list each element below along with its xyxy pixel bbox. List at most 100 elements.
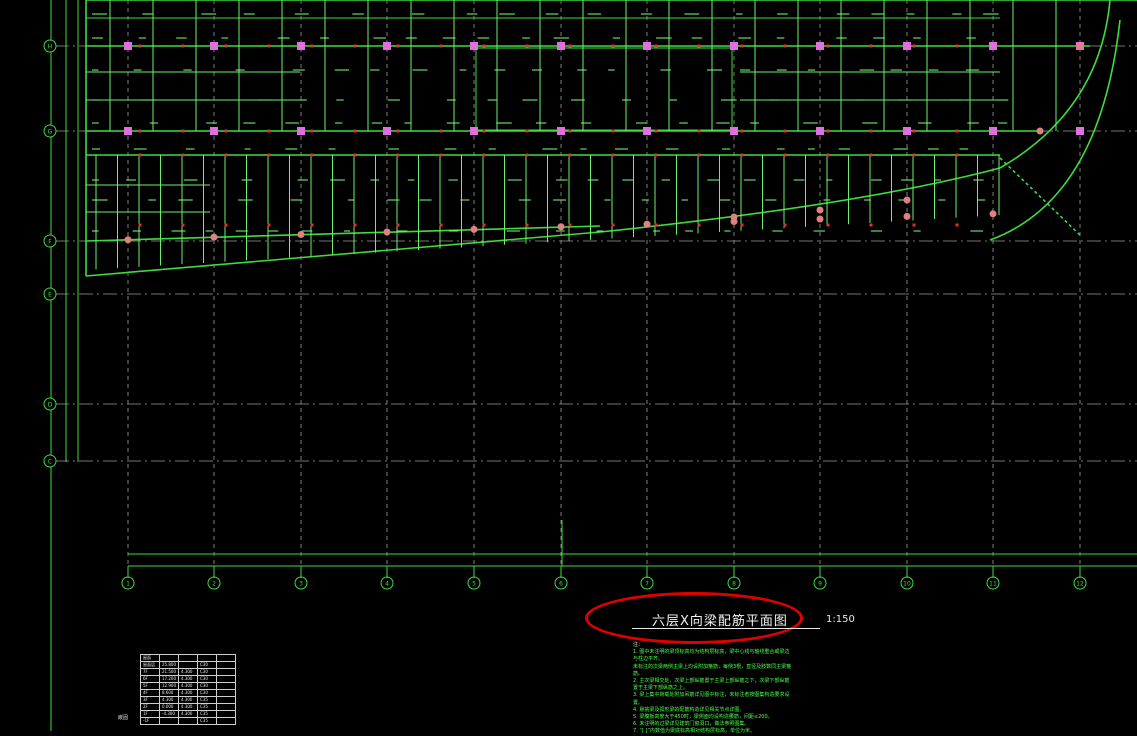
column xyxy=(903,212,911,220)
legend-cell: 屋面层 xyxy=(140,661,160,669)
note-line: 1. 图中未注明的梁顶标高均为结构层标高，梁中心线与轴线重合或梁边与柱边平齐。 xyxy=(633,649,790,663)
small-column xyxy=(353,223,357,227)
small-column xyxy=(697,223,701,227)
horizontal-axis-lines xyxy=(55,45,1137,462)
small-column xyxy=(482,223,486,227)
axis-label: 6 xyxy=(559,581,563,588)
small-column xyxy=(181,129,185,133)
small-column xyxy=(826,223,830,227)
small-column xyxy=(826,153,830,157)
legend-cell: 7F xyxy=(140,668,160,676)
small-column xyxy=(224,223,228,227)
small-column xyxy=(654,223,658,227)
column xyxy=(903,42,911,50)
small-column xyxy=(568,223,572,227)
legend-cell xyxy=(216,682,236,690)
legend-cell xyxy=(159,717,179,725)
small-column xyxy=(138,129,142,133)
small-column xyxy=(912,223,916,227)
legend-cell xyxy=(216,710,236,718)
small-column xyxy=(869,44,873,48)
small-column xyxy=(138,223,142,227)
legend-cell: 屋面 xyxy=(140,654,160,662)
small-column xyxy=(611,44,615,48)
column xyxy=(989,210,997,218)
legend-cell: C35 xyxy=(197,703,217,711)
small-column xyxy=(439,44,443,48)
note-line: 未标注的次梁两侧主梁上均设附加箍筋，每侧3根，直径及肢数同主梁箍筋。 xyxy=(633,663,792,677)
column xyxy=(730,213,738,221)
small-column xyxy=(697,44,701,48)
axis-label: 5 xyxy=(472,581,476,588)
title-underline xyxy=(632,628,820,629)
small-column xyxy=(740,129,744,133)
small-column xyxy=(525,153,529,157)
legend-cell: 4.300 xyxy=(178,675,198,683)
column xyxy=(816,215,824,223)
column xyxy=(730,127,738,135)
legend-row: 2F 0.000 4.300 C35 xyxy=(140,703,236,711)
legend-row: 1F -4.300 4.300 C35 xyxy=(140,710,236,718)
structural-drawing-canvas: 1 2 3 4 5 6 7 8 9 10 11 12 HGFEDC xyxy=(43,0,1137,731)
column xyxy=(383,127,391,135)
small-column xyxy=(912,129,916,133)
axis-label: 4 xyxy=(385,581,389,588)
column xyxy=(989,42,997,50)
legend-cell: C30 xyxy=(197,668,217,676)
axis-label: 7 xyxy=(645,581,649,588)
legend-cell: 12.900 xyxy=(159,682,179,690)
legend-cell xyxy=(216,689,236,697)
small-column xyxy=(525,129,529,133)
small-column xyxy=(955,129,959,133)
small-column xyxy=(955,44,959,48)
column xyxy=(470,225,478,233)
axis-label: 11 xyxy=(989,581,997,588)
small-column xyxy=(224,153,228,157)
small-column xyxy=(912,44,916,48)
note-line: 2. 主次梁相交处，次梁上部纵筋置于主梁上部纵筋之下，次梁下部纵筋置于主梁下部纵… xyxy=(633,678,790,692)
legend-cell xyxy=(216,703,236,711)
legend-cell xyxy=(216,675,236,683)
axis-label: 3 xyxy=(299,581,303,588)
note-line: 4. 悬挑梁及弧形梁的配筋构造详见相关节点详图。 xyxy=(633,706,745,713)
small-column xyxy=(353,153,357,157)
legend-cell xyxy=(216,696,236,704)
small-column xyxy=(740,153,744,157)
legend-cell: 4.300 xyxy=(178,668,198,676)
legend-row: 3F 4.300 4.300 C35 xyxy=(140,696,236,704)
column xyxy=(816,206,824,214)
legend-cell: 4.300 xyxy=(178,682,198,690)
small-column xyxy=(869,129,873,133)
small-column xyxy=(396,44,400,48)
legend-cell xyxy=(216,668,236,676)
column xyxy=(903,127,911,135)
small-column xyxy=(525,223,529,227)
small-column xyxy=(654,153,658,157)
small-column xyxy=(310,153,314,157)
column xyxy=(643,42,651,50)
legend-cell: -1F xyxy=(140,717,160,725)
small-column xyxy=(267,223,271,227)
legend-cell xyxy=(216,661,236,669)
column xyxy=(643,127,651,135)
column xyxy=(730,42,738,50)
legend-cell: 6F xyxy=(140,675,160,683)
column xyxy=(816,127,824,135)
column xyxy=(557,42,565,50)
legend-cell: C35 xyxy=(197,696,217,704)
small-column xyxy=(869,153,873,157)
general-notes: 注： 1. 图中未注明的梁顶标高均为结构层标高，梁中心线与轴线重合或梁边与柱边平… xyxy=(633,642,793,736)
drawing-scale: 1:150 xyxy=(826,614,855,625)
small-column xyxy=(611,153,615,157)
legend-cell: 2F xyxy=(140,703,160,711)
axis-label: H xyxy=(48,44,53,51)
column xyxy=(124,42,132,50)
legend-cell: 21.500 xyxy=(159,668,179,676)
axis-label: F xyxy=(48,239,52,246)
legend-cell xyxy=(178,661,198,669)
small-column xyxy=(310,129,314,133)
small-column xyxy=(224,129,228,133)
column xyxy=(989,127,997,135)
legend-cell: C35 xyxy=(197,717,217,725)
column xyxy=(210,42,218,50)
